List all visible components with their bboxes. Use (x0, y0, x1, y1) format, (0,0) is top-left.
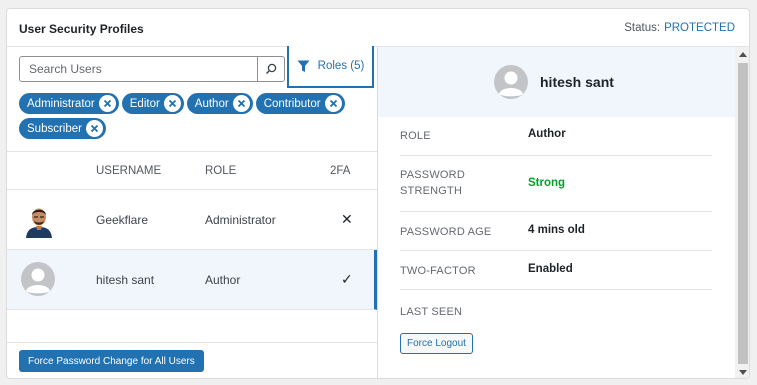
scroll-down-icon[interactable] (739, 370, 747, 375)
chip-subscriber[interactable]: Subscriber (19, 118, 106, 139)
detail-value: Author (528, 128, 566, 140)
list-footer: Force Password Change for All Users (7, 342, 377, 378)
detail-password-age: PASSWORD AGE 4 mins old (400, 212, 712, 251)
column-header-2fa[interactable]: 2FA (330, 165, 350, 177)
chip-label: Administrator (27, 97, 95, 110)
column-header-username[interactable]: USERNAME (96, 165, 161, 177)
chip-label: Editor (129, 97, 160, 110)
detail-label: LAST SEEN (400, 306, 463, 318)
search-icon (266, 63, 277, 74)
scrollbar[interactable] (735, 47, 749, 378)
2fa-enabled-icon: ✓ (341, 271, 353, 287)
remove-chip-icon[interactable] (85, 120, 103, 137)
detail-last-seen: LAST SEEN (400, 290, 712, 327)
search-box (19, 56, 285, 82)
row-role: Author (205, 273, 241, 287)
table-header: USERNAME ROLE 2FA (7, 151, 377, 190)
panel-header: User Security Profiles Status: PROTECTED (7, 9, 749, 47)
chip-editor[interactable]: Editor (121, 93, 184, 114)
row-username: hitesh sant (96, 273, 155, 287)
filter-icon (297, 60, 310, 72)
detail-value: Enabled (528, 263, 573, 275)
detail-label: ROLE (400, 130, 431, 142)
row-role: Administrator (205, 213, 276, 227)
avatar (21, 262, 57, 298)
status-value: PROTECTED (664, 22, 735, 34)
remove-chip-icon[interactable] (324, 95, 342, 112)
scroll-thumb[interactable] (738, 63, 748, 364)
roles-filter-button[interactable]: Roles (5) (287, 46, 374, 88)
chip-author[interactable]: Author (186, 93, 253, 114)
remove-chip-icon[interactable] (232, 95, 250, 112)
detail-password-strength: PASSWORD STRENGTH Strong (400, 156, 712, 212)
column-header-role[interactable]: ROLE (205, 165, 236, 177)
profile-header: hitesh sant (378, 47, 735, 117)
remove-chip-icon[interactable] (98, 95, 116, 112)
force-password-change-all-button[interactable]: Force Password Change for All Users (19, 350, 204, 372)
2fa-disabled-icon: ✕ (341, 211, 353, 227)
profile-detail-pane: hitesh sant ROLE Author PASSWORD STRENGT… (378, 47, 749, 378)
detail-label: TWO-FACTOR (400, 265, 476, 277)
avatar (21, 202, 57, 238)
detail-label: PASSWORD AGE (400, 226, 492, 238)
chip-label: Contributor (263, 97, 321, 110)
table-row[interactable]: Geekflare Administrator ✕ (7, 190, 377, 250)
detail-label: PASSWORD STRENGTH (400, 169, 465, 197)
chip-contributor[interactable]: Contributor (255, 93, 345, 114)
avatar (494, 65, 528, 99)
row-username: Geekflare (96, 213, 149, 227)
table-row[interactable]: hitesh sant Author ✓ (7, 250, 377, 310)
chip-administrator[interactable]: Administrator (19, 93, 119, 114)
scroll-up-icon[interactable] (739, 52, 747, 57)
panel-title: User Security Profiles (19, 22, 144, 36)
detail-role: ROLE Author (400, 117, 712, 156)
role-chips: Administrator Editor Author Contributor … (19, 93, 369, 143)
detail-value: 4 mins old (528, 224, 585, 236)
user-list-pane: Roles (5) Administrator Editor Author Co… (7, 46, 378, 378)
chip-label: Author (194, 97, 229, 110)
detail-two-factor: TWO-FACTOR Enabled (400, 251, 712, 290)
status-indicator: Status: PROTECTED (624, 22, 735, 34)
chip-label: Subscriber (27, 122, 82, 135)
detail-value: Strong (528, 177, 566, 189)
force-logout-button[interactable]: Force Logout (400, 333, 473, 354)
search-button[interactable] (257, 57, 284, 81)
remove-chip-icon[interactable] (163, 95, 181, 112)
search-input[interactable] (20, 57, 253, 81)
security-profiles-panel: User Security Profiles Status: PROTECTED … (6, 8, 750, 379)
profile-name: hitesh sant (540, 74, 614, 90)
status-label: Status: (624, 22, 661, 34)
roles-filter-label: Roles (5) (317, 60, 365, 72)
